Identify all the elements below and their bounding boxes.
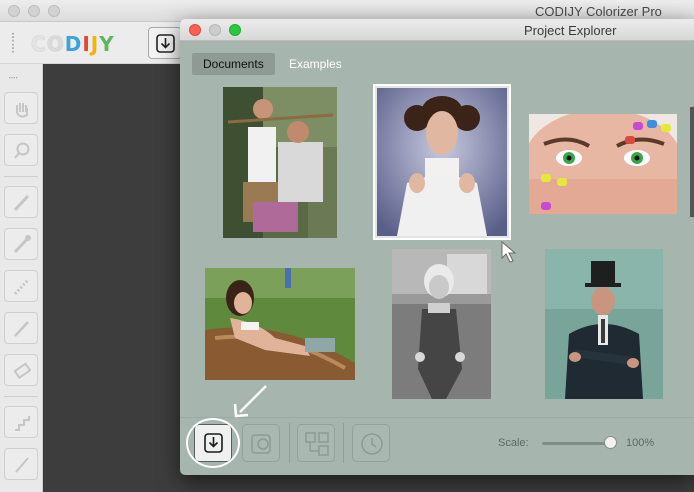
scale-label: Scale: — [498, 437, 529, 449]
logo-letter: O — [46, 32, 65, 56]
pencil-tool-button[interactable] — [4, 186, 38, 218]
sidebar-divider — [4, 176, 38, 177]
thumbnail-two-men[interactable] — [223, 87, 337, 238]
logo-letter: J — [90, 32, 100, 56]
gradient-tool-button[interactable] — [4, 406, 38, 438]
main-window-title: CODIJY Colorizer Pro — [535, 4, 662, 19]
brush-icon — [15, 457, 29, 473]
project-explorer-titlebar[interactable]: Project Explorer — [180, 19, 694, 41]
toolbar-save-button[interactable] — [148, 27, 182, 59]
main-zoom-button[interactable] — [48, 5, 60, 17]
photo-woman-face — [529, 114, 677, 214]
scale-slider-knob[interactable] — [604, 436, 617, 449]
stairs-icon — [15, 416, 30, 431]
save-icon — [156, 34, 175, 53]
dotted-brush-button[interactable] — [4, 270, 38, 302]
photo-two-men — [223, 87, 337, 238]
toolbar-divider — [343, 423, 344, 463]
logo-letter: Y — [99, 32, 115, 56]
toolbar-divider — [289, 423, 290, 463]
compare-icon — [305, 432, 329, 456]
brush-tool-button[interactable] — [4, 448, 38, 480]
export-image-icon — [251, 434, 271, 454]
dotted-line-icon — [13, 278, 30, 296]
thumbnail-child-overalls[interactable] — [392, 249, 491, 399]
compare-button[interactable] — [297, 424, 335, 462]
sidebar-divider — [4, 396, 38, 397]
tab-documents[interactable]: Documents — [192, 53, 275, 75]
scale-value: 100% — [626, 437, 655, 449]
photo-child-overalls — [392, 249, 491, 399]
annotation-arrow-to-selected — [501, 240, 517, 263]
line-tool-button[interactable] — [4, 312, 38, 344]
tool-sidebar: ∙∙∙∙ — [0, 64, 43, 492]
logo-letter: I — [82, 32, 91, 56]
history-icon — [361, 433, 383, 455]
thumbnail-woman-face[interactable] — [529, 114, 677, 214]
project-explorer-title: Project Explorer — [524, 23, 617, 38]
dropper-tool-button[interactable] — [4, 228, 38, 260]
photo-woman-canoe — [205, 268, 355, 380]
photo-woman-portrait — [377, 88, 507, 236]
export-image-button[interactable] — [242, 424, 280, 462]
main-minimize-button[interactable] — [28, 5, 40, 17]
hand-icon — [16, 103, 28, 118]
pe-zoom-button[interactable] — [229, 24, 241, 36]
annotation-arrow-to-save — [233, 385, 267, 418]
codijy-logo: CODIJY — [31, 32, 115, 56]
logo-letter: C — [31, 32, 47, 56]
magnifier-icon — [14, 142, 30, 159]
thumbnail-man-top-hat[interactable] — [545, 249, 663, 399]
sidebar-grip-icon[interactable]: ∙∙∙∙ — [8, 70, 18, 84]
eraser-tool-button[interactable] — [4, 354, 38, 386]
pencil-icon — [13, 194, 30, 212]
save-button-highlight-circle — [186, 418, 240, 468]
dropper-icon — [13, 235, 31, 254]
logo-letter: D — [64, 32, 83, 56]
toolbar-grip-icon[interactable]: ⁝ ⁝ — [6, 30, 20, 55]
pe-minimize-button[interactable] — [209, 24, 221, 36]
eraser-icon — [13, 362, 32, 380]
thumbnail-woman-canoe[interactable] — [205, 268, 355, 380]
tab-examples[interactable]: Examples — [278, 53, 353, 75]
thumbnail-partial[interactable] — [690, 107, 694, 217]
hand-tool-button[interactable] — [4, 92, 38, 124]
scale-slider-track[interactable] — [542, 442, 612, 445]
zoom-tool-button[interactable] — [4, 134, 38, 166]
photo-man-top-hat — [545, 249, 663, 399]
line-icon — [14, 321, 29, 337]
pe-close-button[interactable] — [189, 24, 201, 36]
main-close-button[interactable] — [8, 5, 20, 17]
thumbnail-woman-portrait-selected[interactable] — [373, 84, 511, 240]
history-button[interactable] — [352, 424, 390, 462]
